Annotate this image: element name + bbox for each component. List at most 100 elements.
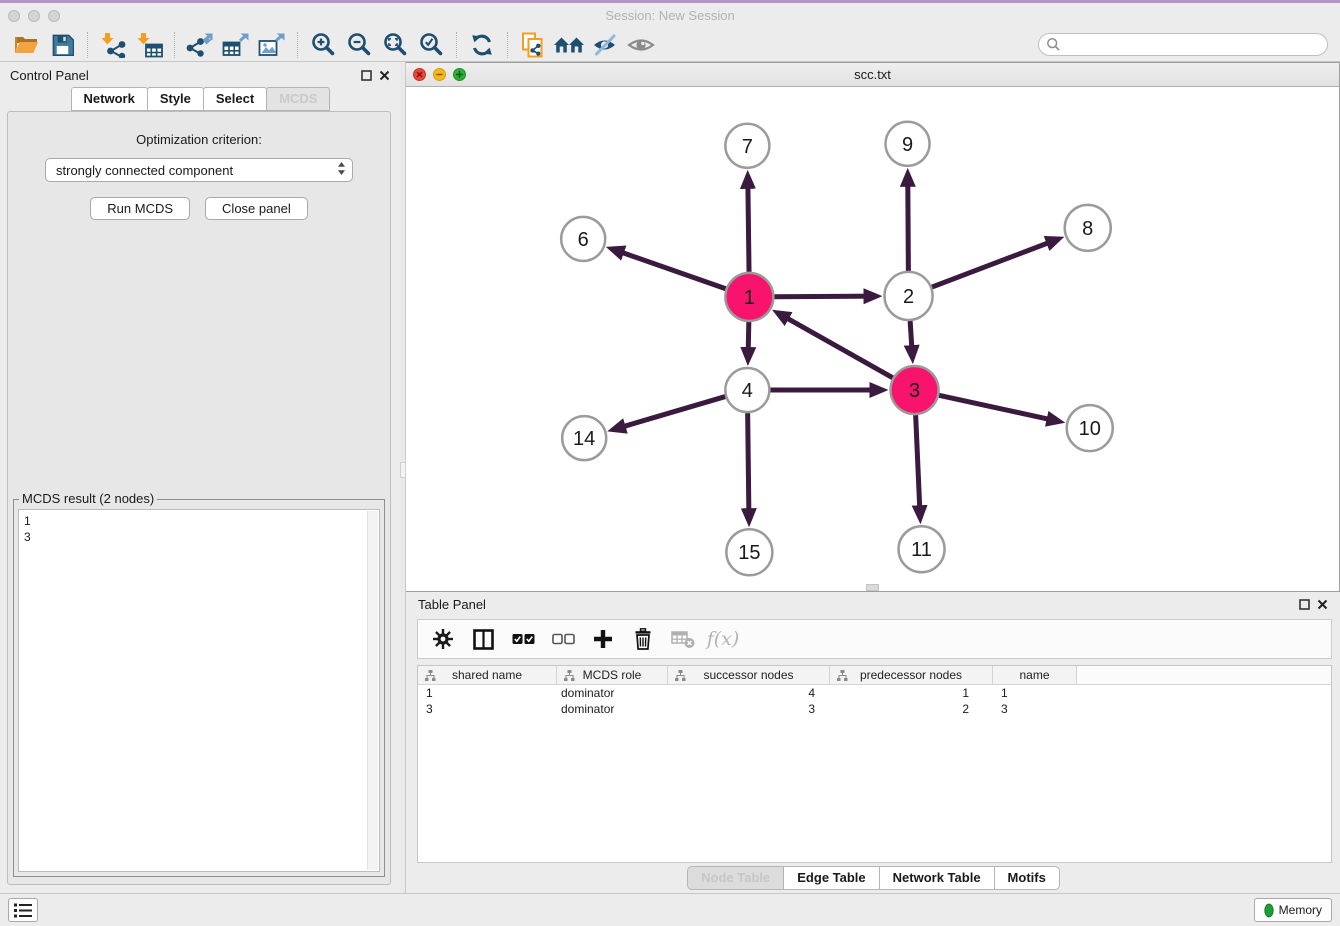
export-network-button[interactable] <box>182 30 218 60</box>
search-input[interactable] <box>1038 33 1328 56</box>
tab-motifs[interactable]: Motifs <box>994 866 1060 890</box>
refresh-icon <box>469 32 495 58</box>
minimize-window-button[interactable] <box>28 10 40 22</box>
result-scrollbar[interactable] <box>367 511 378 870</box>
graph-edge-3-10[interactable] <box>939 395 1059 421</box>
open-file-button[interactable] <box>8 30 44 60</box>
table-row[interactable]: 3dominator323 <box>418 701 1331 717</box>
tab-network-table[interactable]: Network Table <box>879 866 995 890</box>
graph-node-2[interactable]: 2 <box>885 272 933 320</box>
graph-edge-2-8[interactable] <box>932 239 1059 287</box>
toolbar-separator <box>297 32 298 58</box>
close-window-button[interactable] <box>8 10 20 22</box>
delete-table-icon <box>671 629 695 649</box>
toolbar-separator <box>507 32 508 58</box>
graph-node-10[interactable]: 10 <box>1067 405 1113 451</box>
show-columns-button[interactable] <box>468 624 498 654</box>
graph-edge-3-11[interactable] <box>916 415 921 518</box>
export-table-icon <box>222 32 250 58</box>
mcds-result-textarea[interactable]: 1 3 <box>18 509 380 872</box>
tab-select[interactable]: Select <box>203 87 267 111</box>
zoom-fit-button[interactable] <box>377 30 413 60</box>
graph-node-6[interactable]: 6 <box>561 217 605 261</box>
gear-icon <box>432 628 454 650</box>
memory-button[interactable]: Memory <box>1254 898 1332 922</box>
graph-edge-4-15[interactable] <box>748 413 749 521</box>
table-options-button[interactable] <box>428 624 458 654</box>
add-column-button[interactable] <box>588 624 618 654</box>
graph-node-15[interactable]: 15 <box>726 529 772 575</box>
zoom-in-button[interactable] <box>305 30 341 60</box>
graph-node-14[interactable]: 14 <box>562 416 606 460</box>
graph-edge-1-4[interactable] <box>748 322 749 360</box>
cell-name: 3 <box>993 702 1077 716</box>
tab-mcds[interactable]: MCDS <box>266 87 330 111</box>
tab-style[interactable]: Style <box>147 87 204 111</box>
table-row[interactable]: 1dominator411 <box>418 685 1331 701</box>
float-panel-icon[interactable] <box>1299 599 1310 610</box>
status-bar: Memory <box>0 893 1340 926</box>
save-session-button[interactable] <box>44 30 80 60</box>
tab-node-table[interactable]: Node Table <box>687 866 784 890</box>
zoom-out-button[interactable] <box>341 30 377 60</box>
close-view-button[interactable] <box>413 68 426 81</box>
graph-node-9[interactable]: 9 <box>886 122 930 166</box>
table-panel-title: Table Panel <box>418 597 486 612</box>
optimization-criterion-select[interactable]: strongly connected component <box>45 158 353 182</box>
graph-edge-1-2[interactable] <box>774 296 876 297</box>
clone-network-icon <box>520 32 546 58</box>
graph-edge-3-1[interactable] <box>777 313 892 378</box>
minimize-view-button[interactable] <box>433 68 446 81</box>
export-table-button[interactable] <box>218 30 254 60</box>
close-panel-icon[interactable] <box>1317 599 1328 610</box>
graph-node-4[interactable]: 4 <box>725 368 769 412</box>
graph-node-3[interactable]: 3 <box>891 366 939 414</box>
zoom-selected-button[interactable] <box>413 30 449 60</box>
graph-edge-1-7[interactable] <box>748 176 749 272</box>
delete-column-button[interactable] <box>628 624 658 654</box>
close-panel-button[interactable]: Close panel <box>205 197 308 220</box>
dropdown-stepper-icon <box>337 161 346 179</box>
toolbar-separator <box>87 32 88 58</box>
graph-edge-2-9[interactable] <box>908 174 909 271</box>
graph-edge-2-3[interactable] <box>910 321 912 358</box>
tab-network[interactable]: Network <box>71 87 148 111</box>
column-header-successor-nodes[interactable]: successor nodes <box>668 666 830 684</box>
column-header-name[interactable]: name <box>993 666 1077 684</box>
function-builder-button[interactable]: f(x) <box>708 624 738 654</box>
column-header-shared-name[interactable]: shared name <box>418 666 557 684</box>
graph-node-1[interactable]: 1 <box>725 273 773 321</box>
export-image-button[interactable] <box>254 30 290 60</box>
canvas-resize-grip[interactable] <box>866 584 879 591</box>
workspace: scc.txt 7 9 6 8 1 2 4 3 14 10 15 11 Table Panel <box>406 62 1340 893</box>
hide-selected-button[interactable] <box>587 30 623 60</box>
graph-node-8[interactable]: 8 <box>1065 205 1111 251</box>
first-neighbors-button[interactable] <box>551 30 587 60</box>
graph-node-11[interactable]: 11 <box>899 526 945 572</box>
import-table-button[interactable] <box>131 30 167 60</box>
task-history-button[interactable] <box>8 898 38 922</box>
show-all-button[interactable] <box>623 30 659 60</box>
network-canvas[interactable]: 7 9 6 8 1 2 4 3 14 10 15 11 <box>406 87 1339 591</box>
graph-node-7[interactable]: 7 <box>725 124 769 168</box>
table-header-row: shared nameMCDS rolesuccessor nodesprede… <box>418 666 1331 685</box>
column-header-predecessor-nodes[interactable]: predecessor nodes <box>830 666 993 684</box>
deselect-all-button[interactable] <box>548 624 578 654</box>
tab-edge-table[interactable]: Edge Table <box>783 866 879 890</box>
import-network-button[interactable] <box>95 30 131 60</box>
float-panel-icon[interactable] <box>361 70 372 81</box>
column-header-mcds-role[interactable]: MCDS role <box>557 666 668 684</box>
window-controls <box>8 10 60 22</box>
select-all-button[interactable] <box>508 624 538 654</box>
graph-edge-4-14[interactable] <box>613 397 725 430</box>
unchecked-boxes-icon <box>552 633 575 645</box>
network-window-titlebar[interactable]: scc.txt <box>406 63 1339 87</box>
maximize-view-button[interactable] <box>453 68 466 81</box>
graph-edge-1-6[interactable] <box>612 249 726 289</box>
run-mcds-button[interactable]: Run MCDS <box>90 197 190 220</box>
clone-network-button[interactable] <box>515 30 551 60</box>
delete-table-button[interactable] <box>668 624 698 654</box>
maximize-window-button[interactable] <box>48 10 60 22</box>
refresh-button[interactable] <box>464 30 500 60</box>
close-panel-icon[interactable] <box>379 70 390 81</box>
